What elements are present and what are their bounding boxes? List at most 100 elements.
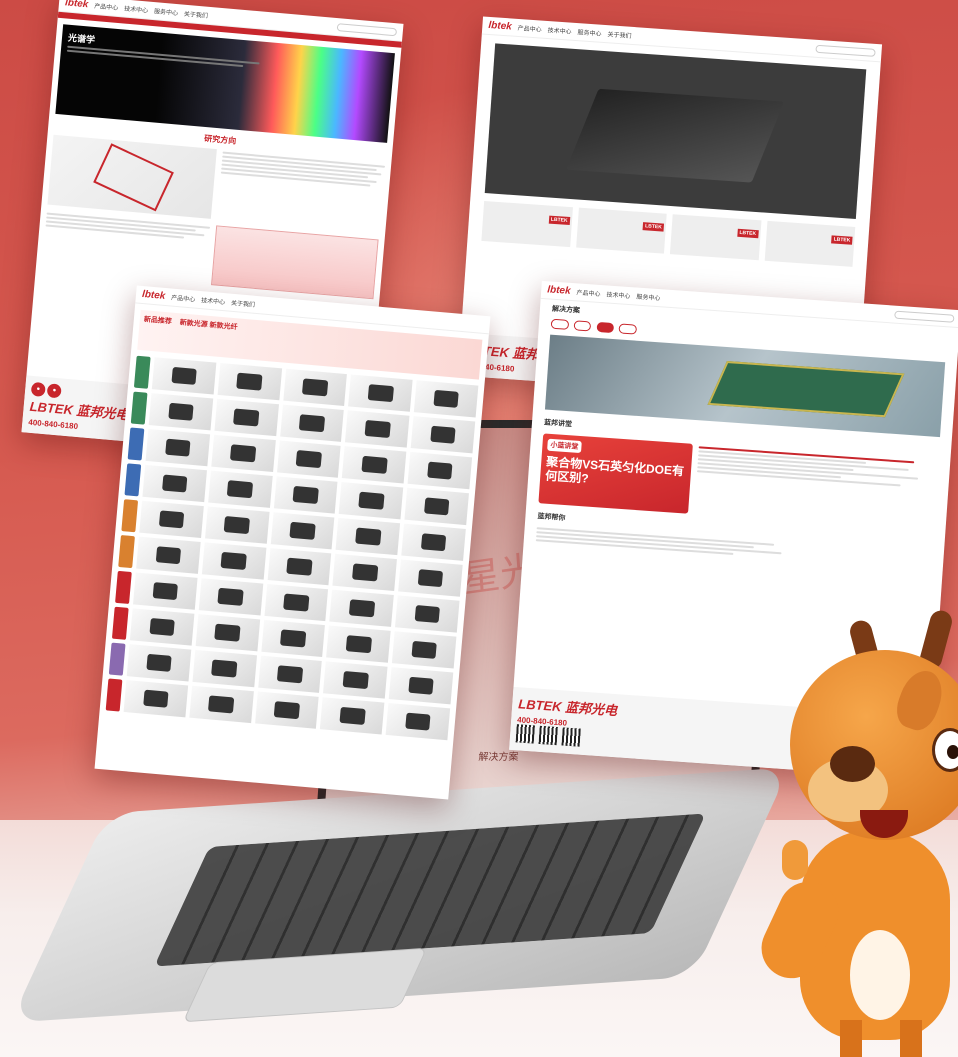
search-input[interactable] <box>894 310 955 323</box>
product-tile[interactable] <box>204 506 270 544</box>
nav-item-tech[interactable]: 技术中心 <box>547 25 572 36</box>
lesson-card[interactable]: 小蓝讲堂 聚合物VS石英匀化DOE有何区别? <box>538 433 693 514</box>
product-tile[interactable] <box>395 595 460 633</box>
product-tile[interactable] <box>326 625 391 663</box>
mascot-leg <box>840 1020 862 1057</box>
product-tile[interactable] <box>345 410 410 448</box>
product-tile[interactable] <box>257 655 323 693</box>
product-tile[interactable] <box>192 649 257 688</box>
category-tab[interactable] <box>118 535 135 569</box>
category-tab[interactable] <box>108 642 126 676</box>
product-tile[interactable] <box>254 691 320 729</box>
product-tile[interactable] <box>404 487 469 526</box>
category-tab[interactable] <box>130 391 148 425</box>
search-input[interactable] <box>815 44 876 57</box>
product-tile[interactable] <box>195 614 260 652</box>
filter-chip[interactable] <box>550 318 569 330</box>
service-icon[interactable]: ● <box>30 381 46 398</box>
brand-logo[interactable]: lbtek <box>488 20 512 33</box>
product-tile[interactable] <box>148 393 214 431</box>
product-tile[interactable] <box>264 583 329 622</box>
product-tile[interactable] <box>332 553 398 592</box>
product-tile[interactable] <box>398 559 463 597</box>
brand-logo[interactable]: lbtek <box>547 284 571 297</box>
product-tile[interactable] <box>392 631 457 669</box>
product-tile[interactable] <box>198 578 263 616</box>
nav-item-service[interactable]: 服务中心 <box>577 27 602 38</box>
category-tab[interactable] <box>121 499 139 533</box>
video-thumbnail[interactable]: LBTEK <box>764 220 856 267</box>
video-thumbnail[interactable]: LBTEK <box>669 214 761 261</box>
product-tile[interactable] <box>348 374 413 412</box>
nav-item-about[interactable]: 关于我们 <box>231 298 256 309</box>
nav-item-tech[interactable]: 技术中心 <box>124 3 149 14</box>
product-tile[interactable] <box>151 357 217 395</box>
brand-logo[interactable]: lbtek <box>65 0 89 10</box>
product-tile[interactable] <box>273 476 338 514</box>
nav-item-products[interactable]: 产品中心 <box>517 23 542 34</box>
product-tile[interactable] <box>320 697 385 735</box>
product-tile[interactable] <box>335 517 401 556</box>
product-tile[interactable] <box>276 440 341 478</box>
lesson-headline: 聚合物VS石英匀化DOE有何区别? <box>544 454 685 486</box>
category-tab[interactable] <box>105 678 123 712</box>
mascot-leg <box>900 1020 922 1057</box>
product-tile[interactable] <box>207 470 273 508</box>
category-tab[interactable] <box>124 463 142 497</box>
nav-item-tech[interactable]: 技术中心 <box>606 289 631 300</box>
filter-chip[interactable] <box>618 323 638 335</box>
laptop-section-title: 解决方案 <box>478 752 519 763</box>
nav-item-tech[interactable]: 技术中心 <box>201 295 226 306</box>
product-tile[interactable] <box>401 523 466 561</box>
product-tile[interactable] <box>142 464 207 503</box>
product-tile[interactable] <box>267 548 332 586</box>
product-tile[interactable] <box>342 446 407 484</box>
product-tile[interactable] <box>260 619 326 658</box>
product-tile[interactable] <box>136 536 201 574</box>
product-tile[interactable] <box>201 542 267 580</box>
product-tile[interactable] <box>282 368 348 407</box>
product-tile[interactable] <box>214 398 279 437</box>
product-tile[interactable] <box>414 380 479 418</box>
product-tile[interactable] <box>211 434 276 473</box>
category-tab[interactable] <box>115 570 132 604</box>
category-tab[interactable] <box>111 606 129 640</box>
product-tile[interactable] <box>323 661 388 699</box>
video-player[interactable] <box>484 43 867 219</box>
product-tile[interactable] <box>339 482 404 520</box>
product-tile[interactable] <box>145 429 210 467</box>
nav-item-service[interactable]: 服务中心 <box>636 292 661 303</box>
product-tile[interactable] <box>126 644 192 682</box>
product-tile[interactable] <box>139 500 204 538</box>
nav-item-about[interactable]: 关于我们 <box>607 29 632 40</box>
video-thumbnail[interactable]: LBTEK <box>481 201 573 248</box>
product-tile[interactable] <box>123 680 188 718</box>
nav-item-products[interactable]: 产品中心 <box>171 293 196 304</box>
product-tile[interactable] <box>388 667 454 705</box>
product-tile[interactable] <box>129 608 195 646</box>
filter-chip[interactable] <box>573 320 592 332</box>
mascot-deer <box>751 608 958 1057</box>
nav-item-service[interactable]: 服务中心 <box>154 6 179 17</box>
product-tile[interactable] <box>407 451 473 490</box>
filter-chip-active[interactable] <box>596 321 615 334</box>
setup-diagram <box>210 225 379 300</box>
product-tile[interactable] <box>279 404 345 442</box>
product-tile[interactable] <box>133 572 198 610</box>
video-thumbnail[interactable]: LBTEK <box>575 207 667 254</box>
search-input[interactable] <box>336 22 398 36</box>
nav-item-about[interactable]: 关于我们 <box>184 9 209 20</box>
mascot-head <box>790 650 958 840</box>
nav-item-products[interactable]: 产品中心 <box>94 1 119 12</box>
nav-item-products[interactable]: 产品中心 <box>576 287 601 298</box>
service-icon[interactable]: ● <box>46 383 63 399</box>
product-tile[interactable] <box>189 685 254 724</box>
product-tile[interactable] <box>385 702 451 741</box>
product-tile[interactable] <box>270 512 335 550</box>
product-tile[interactable] <box>410 416 476 454</box>
product-tile[interactable] <box>217 363 282 401</box>
brand-logo[interactable]: lbtek <box>142 289 166 302</box>
product-tile[interactable] <box>329 589 394 627</box>
category-tab[interactable] <box>133 355 151 389</box>
category-tab[interactable] <box>127 427 145 461</box>
